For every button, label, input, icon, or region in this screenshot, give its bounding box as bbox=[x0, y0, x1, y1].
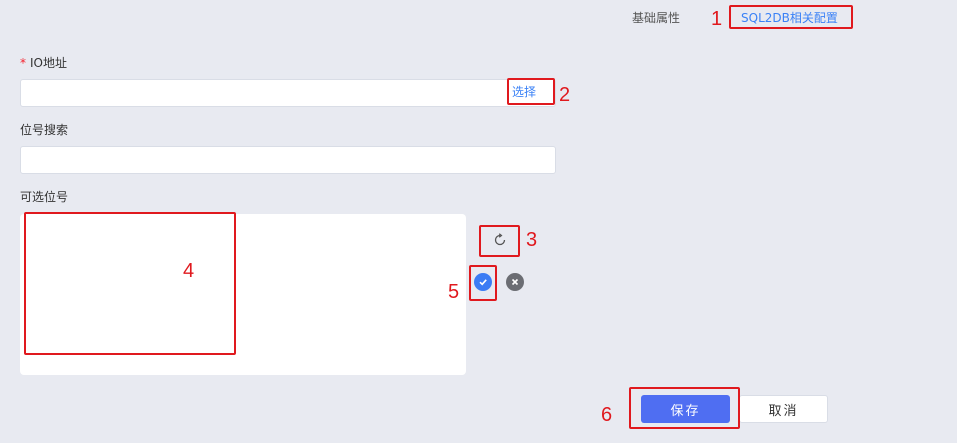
annotation-box-4 bbox=[24, 212, 236, 355]
annotation-number-4: 4 bbox=[183, 260, 195, 282]
position-search-input[interactable] bbox=[20, 146, 556, 174]
close-circle-icon[interactable] bbox=[506, 273, 524, 291]
annotation-number-3: 3 bbox=[526, 229, 538, 251]
io-address-label-text: IO地址 bbox=[30, 56, 67, 70]
io-address-label: * IO地址 bbox=[20, 55, 67, 71]
annotation-box-2 bbox=[507, 78, 555, 105]
cancel-button[interactable]: 取消 bbox=[739, 395, 828, 423]
annotation-number-2: 2 bbox=[559, 84, 571, 106]
annotation-number-6: 6 bbox=[601, 404, 613, 426]
required-mark: * bbox=[20, 56, 26, 70]
annotation-box-6 bbox=[629, 387, 740, 429]
annotation-box-3 bbox=[479, 225, 520, 257]
annotation-box-5 bbox=[469, 265, 497, 301]
annotation-number-1: 1 bbox=[711, 8, 723, 30]
io-address-input[interactable] bbox=[20, 79, 556, 107]
annotation-number-5: 5 bbox=[448, 281, 460, 303]
position-search-label: 位号搜索 bbox=[20, 123, 69, 137]
annotation-box-1 bbox=[729, 5, 853, 29]
available-positions-label: 可选位号 bbox=[20, 190, 69, 204]
tab-basic-properties[interactable]: 基础属性 bbox=[632, 10, 680, 26]
